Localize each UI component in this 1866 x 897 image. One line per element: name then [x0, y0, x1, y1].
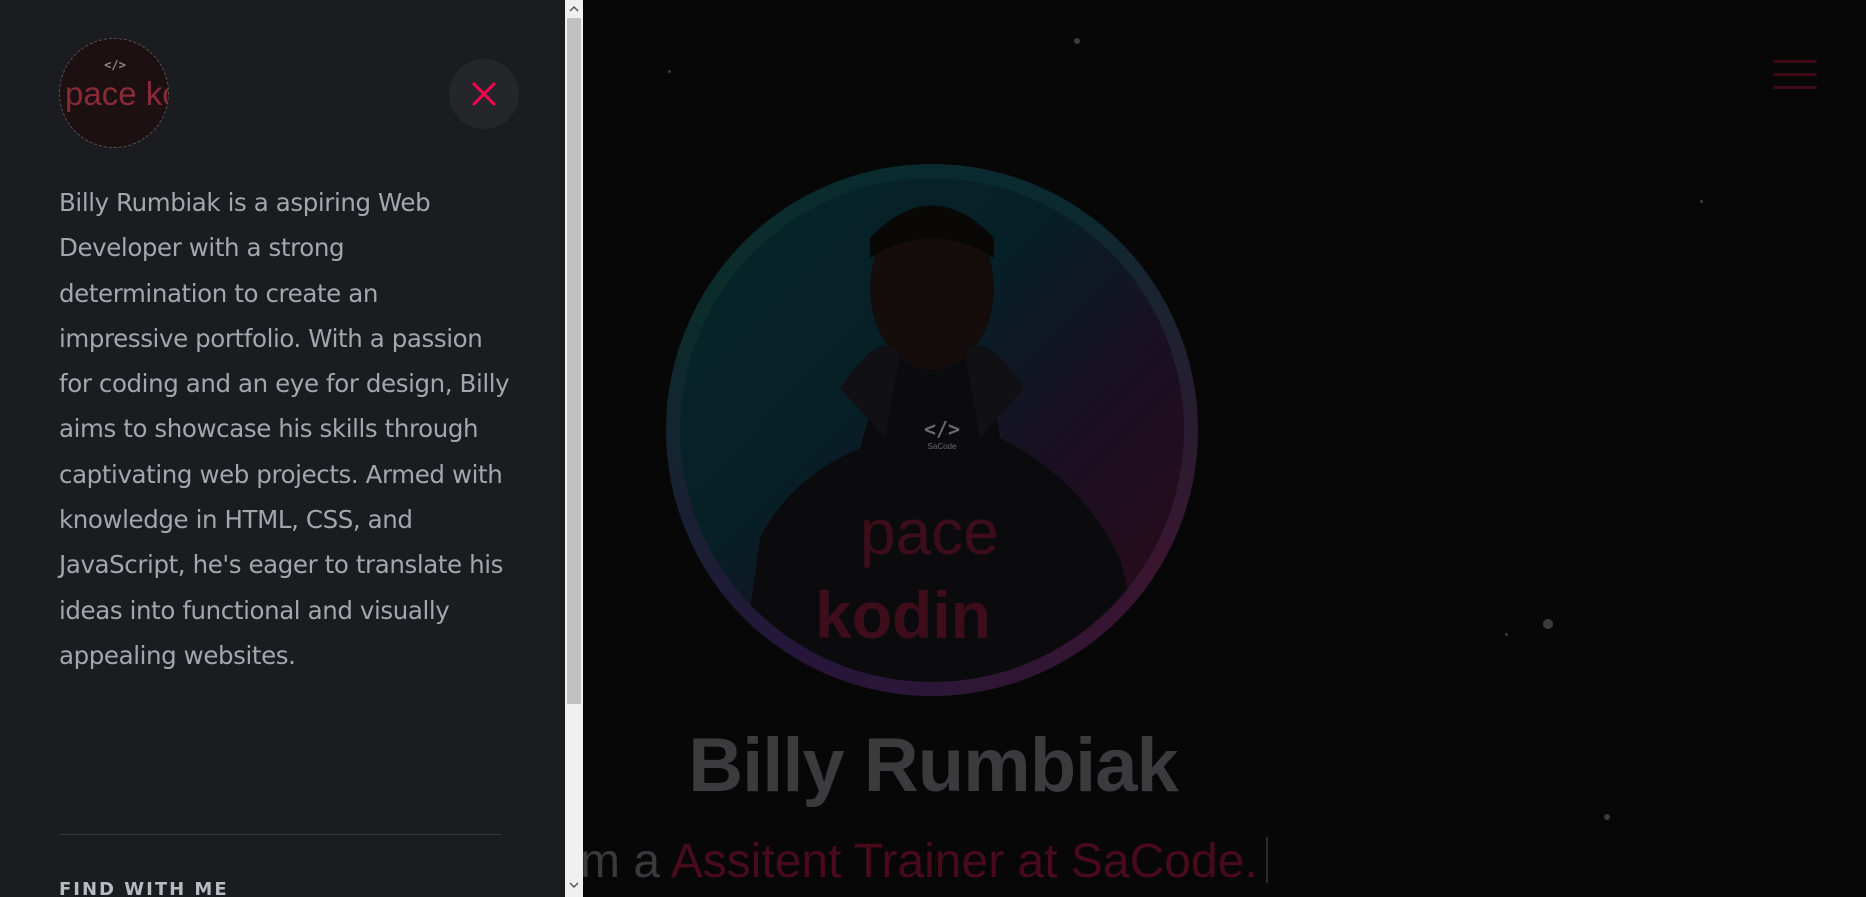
star-dot	[668, 70, 671, 73]
avatar-text: pace kodin	[65, 75, 169, 112]
hero-role-line: m a Assitent Trainer at SaCode.	[580, 834, 1268, 889]
star-dot	[1700, 200, 1703, 203]
shirt-logo: </>	[924, 417, 960, 441]
side-panel: </> pace kodin Billy Rumbiak is a aspiri…	[0, 0, 565, 897]
star-dot	[1604, 814, 1610, 820]
role-prefix: m a	[580, 835, 661, 888]
portrait-illustration: </> SaCode pace kodin	[740, 205, 1150, 682]
shirt-word-1: pace	[860, 496, 999, 568]
divider	[59, 834, 502, 835]
panel-scrollbar[interactable]	[565, 0, 583, 897]
scroll-up-button[interactable]	[565, 0, 583, 18]
hero-avatar: </> SaCode pace kodin	[680, 178, 1184, 682]
close-button[interactable]	[449, 59, 519, 129]
scroll-thumb[interactable]	[567, 18, 581, 704]
hamburger-menu-icon[interactable]	[1773, 60, 1817, 92]
star-dot	[1543, 619, 1553, 629]
typing-caret	[1265, 837, 1268, 883]
scroll-down-button[interactable]	[565, 876, 583, 894]
shirt-word-2: kodin	[815, 578, 991, 652]
avatar-image: </> pace kodin	[60, 39, 169, 147]
svg-text:</>: </>	[104, 58, 126, 72]
chevron-down-icon	[569, 882, 579, 888]
star-dot	[1074, 38, 1080, 44]
role-typed-text: Assitent Trainer at SaCode.	[670, 835, 1258, 888]
chevron-up-icon	[569, 6, 579, 12]
find-with-me-heading: FIND WITH ME	[59, 879, 229, 897]
shirt-brand-small: SaCode	[928, 442, 957, 451]
close-icon	[472, 82, 496, 106]
panel-avatar: </> pace kodin	[59, 38, 169, 148]
star-dot	[1505, 633, 1508, 636]
bio-text: Billy Rumbiak is a aspiring Web Develope…	[59, 188, 510, 670]
